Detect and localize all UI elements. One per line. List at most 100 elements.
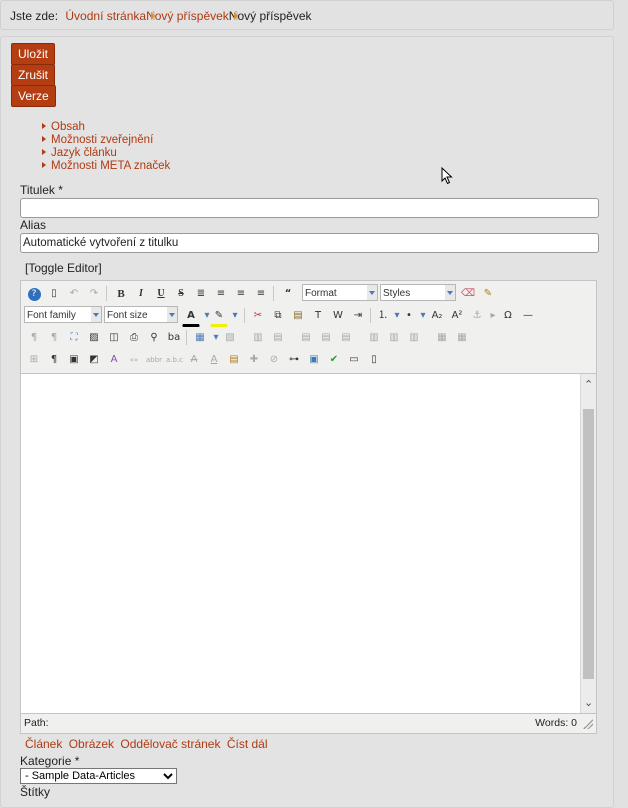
scroll-up-icon[interactable]: ⌃	[584, 378, 593, 391]
cleanup-broom-icon[interactable]: ✎	[479, 285, 497, 303]
page-break-button[interactable]: Oddělovač stránek	[120, 737, 220, 751]
insert-image-icon[interactable]: ▣	[305, 351, 323, 369]
bold-icon[interactable]: B	[112, 285, 130, 303]
align-left-icon[interactable]: ≡	[232, 285, 250, 303]
indent-icon[interactable]: ⇥	[349, 307, 367, 325]
title-label: Titulek *	[20, 183, 63, 197]
scroll-down-icon[interactable]: ⌄	[584, 696, 593, 709]
read-more-button[interactable]: Číst dál	[227, 737, 268, 751]
editor-xtd-buttons: Článek Obrázek Oddělovač stránek Číst dá…	[25, 737, 271, 751]
tab-arrow-icon	[42, 136, 46, 142]
tab-arrow-icon	[42, 162, 46, 168]
insertion-icon[interactable]: A	[205, 351, 223, 369]
media-icon[interactable]: ◩	[85, 351, 103, 369]
tab-publishing[interactable]: Možnosti zveřejnění	[51, 134, 153, 146]
show-blocks-icon[interactable]: ¶	[45, 351, 63, 369]
highlight-dropdown-icon[interactable]: ▾	[226, 307, 244, 325]
preview-icon[interactable]: ▯	[365, 351, 383, 369]
search-icon[interactable]: ⚲	[145, 329, 163, 347]
rich-text-editor: ? ▯ ↶ ↷ B I U S ≣ ≡ ≡ ≡ “ Format Styles …	[20, 280, 597, 734]
new-document-icon[interactable]: ▯	[45, 285, 63, 303]
delete-row-icon[interactable]: ▤	[337, 329, 355, 347]
font-size-select[interactable]: Font size	[104, 306, 178, 323]
delete-layer-icon[interactable]: ▧	[221, 329, 239, 347]
tab-content[interactable]: Obsah	[51, 121, 85, 133]
page-break-icon[interactable]: ▭	[345, 351, 363, 369]
strikethrough-icon[interactable]: S	[172, 285, 190, 303]
insert-col-after-icon[interactable]: ▥	[385, 329, 403, 347]
resize-grip-icon[interactable]	[583, 719, 593, 729]
paste-word-icon[interactable]: W	[329, 307, 347, 325]
tab-language[interactable]: Jazyk článku	[51, 147, 117, 159]
rtl-direction-icon[interactable]: ¶	[45, 329, 63, 347]
toggle-editor-link[interactable]: [Toggle Editor]	[25, 261, 102, 275]
blockquote-icon[interactable]: “	[279, 285, 297, 303]
link-icon[interactable]: ⊶	[285, 351, 303, 369]
help-icon[interactable]: ?	[25, 285, 43, 303]
align-right-icon[interactable]: ≡	[252, 285, 270, 303]
merge-cells-icon[interactable]: ▦	[433, 329, 451, 347]
attributes-icon[interactable]: ▤	[225, 351, 243, 369]
styles-select[interactable]: Styles	[380, 284, 456, 301]
section-tabs: Obsah Možnosti zveřejnění Jazyk článku M…	[42, 121, 170, 173]
tags-label: Štítky	[20, 785, 51, 799]
editor-scrollbar[interactable]: ⌃ ⌄	[580, 373, 596, 713]
editor-content-area[interactable]	[21, 373, 580, 713]
table-row-props-icon[interactable]: ▤	[269, 329, 287, 347]
horizontal-rule-icon[interactable]: —	[519, 307, 537, 325]
format-select[interactable]: Format	[302, 284, 378, 301]
alias-input[interactable]: Automatické vytvoření z titulku	[20, 233, 599, 253]
save-button[interactable]: Uložit	[11, 43, 56, 65]
versions-button[interactable]: Verze	[11, 85, 56, 107]
insert-col-before-icon[interactable]: ▥	[365, 329, 383, 347]
delete-col-icon[interactable]: ▥	[405, 329, 423, 347]
insert-image-button[interactable]: Obrázek	[69, 737, 114, 751]
breadcrumb-link-home[interactable]: Úvodní stránka	[65, 9, 146, 23]
replace-icon[interactable]: ba	[165, 329, 183, 347]
copy-icon[interactable]: ⧉	[269, 307, 287, 325]
breadcrumb: Jste zde: Úvodní stránka Nový příspěvek No…	[0, 0, 614, 30]
redo-icon[interactable]: ↷	[85, 285, 103, 303]
insert-article-button[interactable]: Článek	[25, 737, 62, 751]
cut-icon[interactable]: ✂	[249, 307, 267, 325]
mouse-cursor-icon	[441, 167, 453, 185]
undo-icon[interactable]: ↶	[65, 285, 83, 303]
fullscreen-icon[interactable]: ⛶	[65, 329, 83, 347]
styleprops-icon[interactable]: A	[105, 351, 123, 369]
deletion-icon[interactable]: A	[185, 351, 203, 369]
insert-file-icon[interactable]: ▣	[65, 351, 83, 369]
tab-meta[interactable]: Možnosti META značek	[51, 160, 170, 172]
insert-date-icon[interactable]: ◫	[105, 329, 123, 347]
subscript-icon[interactable]: A₂	[428, 307, 446, 325]
category-select[interactable]: - Sample Data-Articles	[20, 768, 177, 784]
underline-icon[interactable]: U	[152, 285, 170, 303]
table-icon[interactable]: ▥	[249, 329, 267, 347]
insert-row-before-icon[interactable]: ▤	[297, 329, 315, 347]
print-icon[interactable]: ⎙	[125, 329, 143, 347]
acronym-icon[interactable]: a.b.c	[165, 351, 183, 369]
ltr-direction-icon[interactable]: ¶	[25, 329, 43, 347]
cancel-button[interactable]: Zrušit	[11, 64, 55, 86]
visual-aid-icon[interactable]: ⊞	[25, 351, 43, 369]
insert-row-after-icon[interactable]: ▤	[317, 329, 335, 347]
spellcheck-icon[interactable]: ✔	[325, 351, 343, 369]
toolbar-row-1: ? ▯ ↶ ↷ B I U S ≣ ≡ ≡ ≡ “ Format Styles …	[24, 283, 594, 303]
title-input[interactable]	[20, 198, 599, 218]
unlink-icon[interactable]: ⊘	[265, 351, 283, 369]
align-justify-icon[interactable]: ≣	[192, 285, 210, 303]
eraser-icon[interactable]: ⌫	[459, 285, 477, 303]
non-breaking-icon[interactable]: ✚	[245, 351, 263, 369]
breadcrumb-link-new-post[interactable]: Nový příspěvek	[146, 9, 229, 23]
scrollbar-thumb[interactable]	[583, 409, 594, 679]
paste-icon[interactable]: ▤	[289, 307, 307, 325]
abbreviation-icon[interactable]: abbr	[145, 351, 163, 369]
cite-icon[interactable]: «»	[125, 351, 143, 369]
italic-icon[interactable]: I	[132, 285, 150, 303]
special-character-icon[interactable]: Ω	[499, 307, 517, 325]
split-cells-icon[interactable]: ▦	[453, 329, 471, 347]
template-icon[interactable]: ▨	[85, 329, 103, 347]
align-center-icon[interactable]: ≡	[212, 285, 230, 303]
paste-text-icon[interactable]: T	[309, 307, 327, 325]
font-family-select[interactable]: Font family	[24, 306, 102, 323]
superscript-icon[interactable]: A²	[448, 307, 466, 325]
